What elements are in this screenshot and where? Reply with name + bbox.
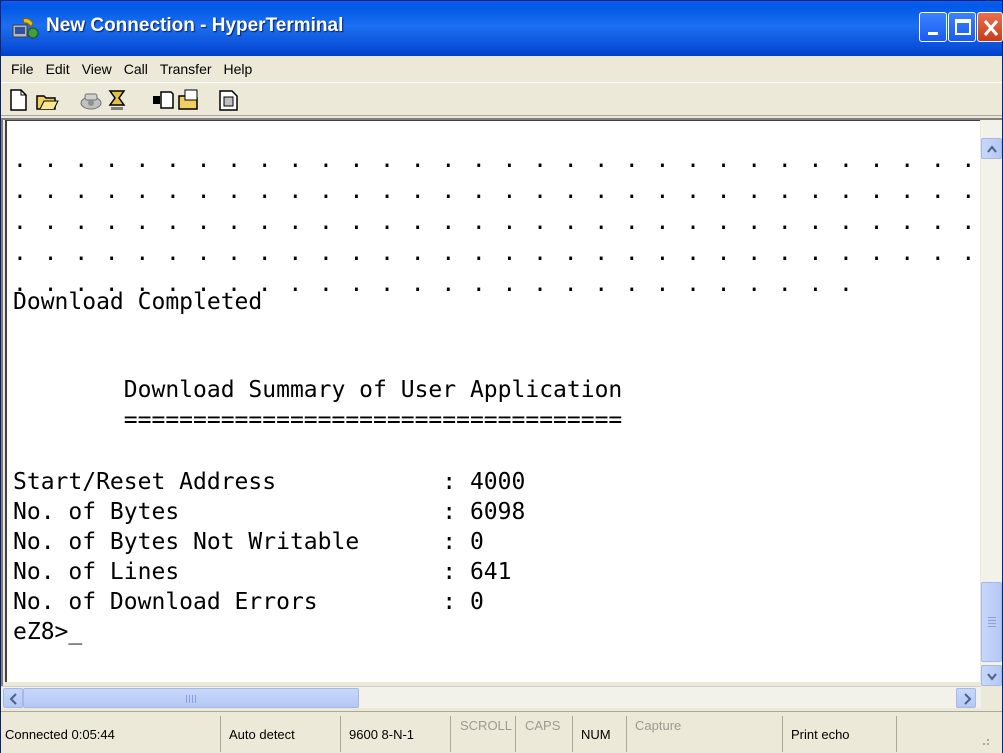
- menu-help[interactable]: Help: [218, 61, 259, 77]
- vertical-scroll-thumb[interactable]: [981, 582, 1002, 662]
- terminal-line: . . . . . . . . . . . . . . . . . . . . …: [13, 209, 977, 235]
- status-detect: Auto detect: [225, 716, 341, 752]
- menu-call[interactable]: Call: [118, 61, 154, 77]
- scroll-right-button[interactable]: [956, 688, 976, 708]
- status-print-echo: Print echo: [787, 716, 897, 752]
- menu-transfer[interactable]: Transfer: [154, 61, 218, 77]
- menu-file[interactable]: File: [5, 61, 40, 77]
- horizontal-scroll-thumb[interactable]: [23, 688, 359, 708]
- toolbar: [1, 82, 1002, 116]
- menu-edit[interactable]: Edit: [40, 61, 76, 77]
- terminal-line: Download Summary of User Application: [13, 377, 623, 403]
- terminal-line: . . . . . . . . . . . . . . . . . . . . …: [13, 240, 977, 266]
- title-bar[interactable]: New Connection - HyperTerminal: [1, 1, 1003, 56]
- horizontal-scrollbar[interactable]: [1, 686, 981, 708]
- scroll-left-button[interactable]: [3, 688, 23, 708]
- terminal-line: Start/Reset Address : 4000: [13, 469, 526, 495]
- receive-icon[interactable]: [177, 88, 201, 112]
- terminal-line: ====================================: [13, 407, 623, 433]
- maximize-button[interactable]: [948, 12, 976, 42]
- hyperterminal-window: New Connection - HyperTerminal File Edit…: [0, 0, 1003, 753]
- call-icon[interactable]: [79, 88, 103, 112]
- status-caps: CAPS: [521, 716, 573, 752]
- terminal-line: . . . . . . . . . . . . . . . . . . . . …: [13, 147, 977, 173]
- menu-bar: File Edit View Call Transfer Help: [1, 56, 1002, 81]
- terminal-line: No. of Bytes : 6098: [13, 499, 526, 525]
- terminal-line: No. of Bytes Not Writable : 0: [13, 529, 484, 555]
- status-resize-grip[interactable]: [901, 716, 999, 752]
- terminal-screen[interactable]: . . . . . . . . . . . . . . . . . . . . …: [5, 120, 980, 682]
- terminal-line: No. of Download Errors : 0: [13, 589, 484, 615]
- terminal-line: No. of Lines : 641: [13, 559, 512, 585]
- send-icon[interactable]: [151, 88, 175, 112]
- status-bar: Connected 0:05:44 Auto detect 9600 8-N-1…: [1, 711, 1002, 753]
- properties-icon[interactable]: [217, 88, 241, 112]
- minimize-button[interactable]: [919, 12, 947, 42]
- terminal-line: Download Completed: [13, 289, 263, 315]
- menu-view[interactable]: View: [76, 61, 118, 77]
- status-scroll: SCROLL: [456, 716, 516, 752]
- scroll-up-button[interactable]: [981, 138, 1002, 159]
- terminal-line: . . . . . . . . . . . . . . . . . . . . …: [13, 178, 977, 204]
- hyperterminal-app-icon[interactable]: [11, 15, 39, 41]
- new-icon[interactable]: [7, 88, 31, 112]
- status-capture: Capture: [631, 716, 783, 752]
- status-num: NUM: [577, 716, 627, 752]
- open-icon[interactable]: [35, 88, 59, 112]
- window-title: New Connection - HyperTerminal: [46, 15, 344, 36]
- scroll-down-button[interactable]: [981, 665, 1002, 686]
- status-settings: 9600 8-N-1: [345, 716, 451, 752]
- terminal-prompt: eZ8>_: [13, 619, 83, 645]
- close-button[interactable]: [977, 12, 1003, 42]
- disconnect-icon[interactable]: [105, 88, 129, 112]
- vertical-scrollbar[interactable]: [981, 120, 1002, 686]
- status-connected: Connected 0:05:44: [1, 716, 221, 752]
